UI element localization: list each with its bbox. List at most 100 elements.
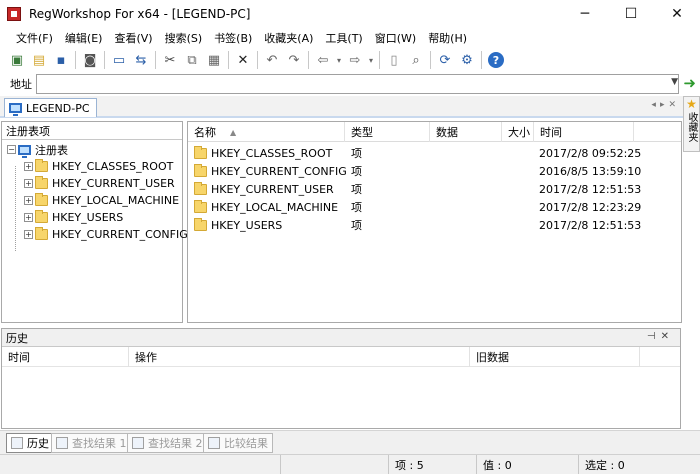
tree-item-root[interactable]: − 注册表 [7,141,68,158]
tree-item-label: HKEY_USERS [52,211,124,224]
row-type: 项 [351,165,362,178]
column-header-data[interactable]: 数据 [430,122,502,142]
column-header-size[interactable]: 大小 [502,122,534,142]
remote-computer-icon[interactable]: ⇆ [130,49,152,71]
folder-icon [194,145,207,159]
menu-help[interactable]: 帮助(H) [422,30,473,46]
favorites-side-label: 收藏夹 [686,112,697,142]
history-column-time[interactable]: 时间 [2,347,129,367]
toolbar-separator [155,51,156,69]
pin-close-icons[interactable]: ⊣✕ [647,331,674,342]
list-row[interactable]: HKEY_LOCAL_MACHINE 项 2017/2/8 12:23:29 [188,198,681,216]
menu-search[interactable]: 搜索(S) [159,30,209,46]
forward-icon[interactable]: ⇨ [344,49,366,71]
go-arrow-icon[interactable]: ➜ [683,74,696,92]
minimize-button[interactable]: ─ [562,0,608,28]
tree-item-hklm[interactable]: + HKEY_LOCAL_MACHINE [24,192,179,209]
column-label: 名称 [194,126,216,139]
tree-item-hkcu[interactable]: + HKEY_CURRENT_USER [24,175,175,192]
toolbar: ▣ ▤ ▪ ◙ ▭ ⇆ ✂ ⧉ ▦ ✕ ↶ ↷ ⇦ ▾ ⇨ ▾ ▯ ⌕ ⟳ ⚙ … [0,48,700,72]
document-tab-bar: LEGEND-PC ◂▸✕ [0,96,700,118]
new-icon[interactable]: ▣ [6,49,28,71]
menu-view[interactable]: 查看(V) [108,30,158,46]
tree-item-hku[interactable]: + HKEY_USERS [24,209,123,226]
back-icon[interactable]: ⇦ [312,49,334,71]
address-label: 地址 [10,78,32,91]
menu-tools[interactable]: 工具(T) [319,30,368,46]
forward-dropdown-icon[interactable]: ▾ [366,49,376,71]
computer-icon [9,103,22,116]
menu-edit[interactable]: 编辑(E) [59,30,109,46]
tab-label: 查找结果 2 [148,437,203,450]
save-icon[interactable]: ▪ [50,49,72,71]
tab-label: 历史 [27,437,49,450]
list-row[interactable]: HKEY_USERS 项 2017/2/8 12:51:53 [188,216,681,234]
address-bar: 地址 ▼ ➜ [0,73,700,95]
address-input[interactable] [36,74,679,94]
list-row[interactable]: HKEY_CURRENT_USER 项 2017/2/8 12:51:53 [188,180,681,198]
menu-file[interactable]: 文件(F) [10,30,59,46]
paste-icon[interactable]: ▦ [203,49,225,71]
delete-icon[interactable]: ✕ [232,49,254,71]
cut-icon[interactable]: ✂ [159,49,181,71]
tab-history[interactable]: 历史 [6,433,54,453]
close-button[interactable]: ✕ [654,0,700,28]
status-selected: 选定 : 0 [578,455,700,474]
tab-find-results-2[interactable]: 查找结果 2 [127,433,208,453]
redo-icon[interactable]: ↷ [283,49,305,71]
tree-item-hkcr[interactable]: + HKEY_CLASSES_ROOT [24,158,173,175]
tab-navigation-icons[interactable]: ◂▸✕ [651,100,680,110]
help-icon[interactable]: ? [488,52,504,68]
refresh-icon[interactable]: ⟳ [434,49,456,71]
history-header: 时间 操作 旧数据 [2,347,680,367]
menu-bookmarks[interactable]: 书签(B) [208,30,258,46]
status-spacer [280,455,396,474]
row-type: 项 [351,201,362,214]
history-column-old-data[interactable]: 旧数据 [470,347,640,367]
properties-icon[interactable]: ▯ [383,49,405,71]
folder-icon [35,210,48,223]
tab-legend-pc[interactable]: LEGEND-PC [4,98,97,117]
address-dropdown-icon[interactable]: ▼ [671,77,678,87]
local-computer-icon[interactable]: ▭ [108,49,130,71]
expand-icon[interactable]: + [24,179,33,188]
history-icon [11,437,23,449]
toolbar-separator [104,51,105,69]
favorites-side-tab[interactable]: ★ 收藏夹 [683,96,700,152]
status-items: 项 : 5 [388,455,478,474]
list-row[interactable]: HKEY_CURRENT_CONFIG 项 2016/8/5 13:59:10 [188,162,681,180]
tree-item-hkcc[interactable]: + HKEY_CURRENT_CONFIG [24,226,188,243]
snapshot-icon[interactable]: ◙ [79,49,101,71]
menu-favorites[interactable]: 收藏夹(A) [258,30,319,46]
status-bar: 项 : 5 值 : 0 选定 : 0 [0,454,700,474]
history-column-operation[interactable]: 操作 [129,347,470,367]
column-header-type[interactable]: 类型 [345,122,430,142]
settings-icon[interactable]: ⚙ [456,49,478,71]
expand-icon[interactable]: + [24,230,33,239]
expand-icon[interactable]: + [24,162,33,171]
history-pane: 历史 ⊣✕ 时间 操作 旧数据 [1,328,681,429]
copy-icon[interactable]: ⧉ [181,49,203,71]
tab-compare-results[interactable]: 比较结果 [203,433,273,453]
expand-icon[interactable]: + [24,196,33,205]
list-row[interactable]: HKEY_CLASSES_ROOT 项 2017/2/8 09:52:25 [188,144,681,162]
folder-icon [35,176,48,189]
menu-window[interactable]: 窗口(W) [369,30,422,46]
status-values: 值 : 0 [476,455,576,474]
history-title-bar: 历史 ⊣✕ [2,329,680,347]
open-icon[interactable]: ▤ [28,49,50,71]
tab-find-results-1[interactable]: 查找结果 1 [51,433,132,453]
tree-header: 注册表项 [2,122,182,140]
row-time: 2017/2/8 12:51:53 [539,218,642,232]
column-header-name[interactable]: 名称 ▲ [188,122,345,142]
undo-icon[interactable]: ↶ [261,49,283,71]
expand-icon[interactable]: + [24,213,33,222]
back-dropdown-icon[interactable]: ▾ [334,49,344,71]
tree-item-label: HKEY_CURRENT_CONFIG [52,228,188,241]
maximize-button[interactable]: ☐ [608,0,654,28]
collapse-icon[interactable]: − [7,145,16,154]
app-icon [7,7,21,21]
column-header-time[interactable]: 时间 [534,122,634,142]
row-name: HKEY_CURRENT_CONFIG [211,164,347,178]
find-icon[interactable]: ⌕ [405,49,427,71]
